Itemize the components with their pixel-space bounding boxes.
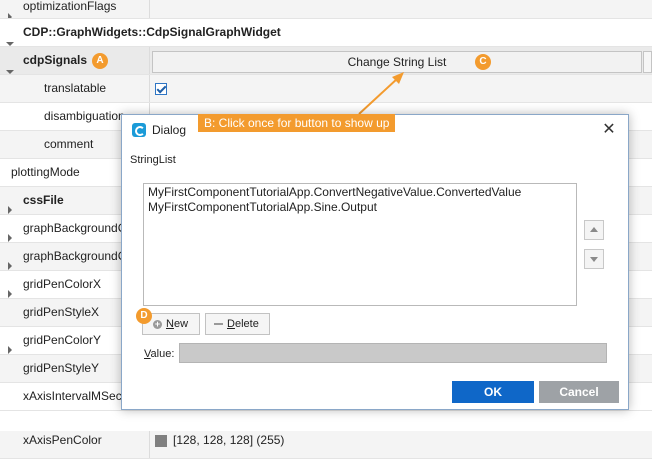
- change-string-list-label: Change String List: [347, 55, 447, 69]
- value-input[interactable]: [179, 343, 607, 363]
- close-icon[interactable]: ✕: [598, 119, 620, 141]
- property-row-x-axis-pen-color[interactable]: xAxisPenColor [128, 128, 128] (255): [0, 431, 652, 459]
- color-swatch: [155, 434, 167, 447]
- property-name: cdpSignals: [23, 53, 88, 67]
- property-name: disambiguation: [44, 109, 125, 123]
- new-label: ew: [173, 318, 189, 330]
- delete-label: elete: [234, 318, 259, 330]
- change-string-list-button[interactable]: Change String List: [152, 51, 642, 73]
- list-item[interactable]: MyFirstComponentTutorialApp.Sine.Output: [148, 200, 572, 215]
- property-name: gridPenColorY: [23, 333, 102, 347]
- property-name: xAxisPenColor: [23, 433, 102, 447]
- callout-a-badge: A: [92, 53, 108, 69]
- property-name: plottingMode: [11, 165, 80, 179]
- callout-c-badge: C: [475, 54, 491, 70]
- string-list[interactable]: MyFirstComponentTutorialApp.ConvertNegat…: [143, 183, 577, 306]
- property-name: xAxisIntervalMSecs: [23, 389, 128, 403]
- move-down-button[interactable]: [584, 249, 604, 269]
- property-reset-button[interactable]: [643, 51, 652, 73]
- new-label-accel: N: [166, 318, 174, 330]
- move-up-button[interactable]: [584, 220, 604, 240]
- delete-label-accel: D: [227, 318, 235, 330]
- property-name: gridPenColorX: [23, 277, 102, 291]
- callout-b-label: B: Click once for button to show up: [198, 114, 396, 132]
- property-name: optimizationFlags: [23, 0, 117, 13]
- property-name: comment: [44, 137, 94, 151]
- list-item[interactable]: MyFirstComponentTutorialApp.ConvertNegat…: [148, 185, 572, 200]
- app-icon: [132, 123, 146, 137]
- minus-icon: [214, 323, 223, 326]
- property-name: cssFile: [23, 193, 64, 207]
- ok-button[interactable]: OK: [452, 381, 534, 403]
- value-label-text: alue:: [150, 348, 175, 360]
- property-row-optimization-flags[interactable]: optimizationFlags: [0, 0, 652, 19]
- property-name: gridPenStyleY: [23, 361, 100, 375]
- property-name: gridPenStyleX: [23, 305, 100, 319]
- property-value-wrap[interactable]: [128, 128, 128] (255): [151, 427, 652, 454]
- property-name: translatable: [44, 81, 107, 95]
- stringlist-label: StringList: [130, 154, 176, 166]
- callout-d-badge: D: [136, 308, 152, 324]
- property-value: [128, 128, 128] (255): [173, 433, 285, 447]
- translatable-checkbox[interactable]: [155, 83, 167, 95]
- string-list-dialog: Dialog ✕ StringList MyFirstComponentTuto…: [121, 114, 629, 410]
- cancel-button[interactable]: Cancel: [539, 381, 619, 403]
- delete-button[interactable]: Delete: [205, 313, 270, 335]
- property-row-translatable[interactable]: translatable: [0, 75, 652, 103]
- plus-icon: +: [153, 318, 162, 329]
- group-title: CDP::GraphWidgets::CdpSignalGraphWidget: [23, 25, 281, 39]
- value-label: Value:: [144, 346, 174, 362]
- dialog-title: Dialog: [152, 123, 187, 137]
- group-header-cdpsignalgraphwidget[interactable]: CDP::GraphWidgets::CdpSignalGraphWidget: [0, 19, 652, 47]
